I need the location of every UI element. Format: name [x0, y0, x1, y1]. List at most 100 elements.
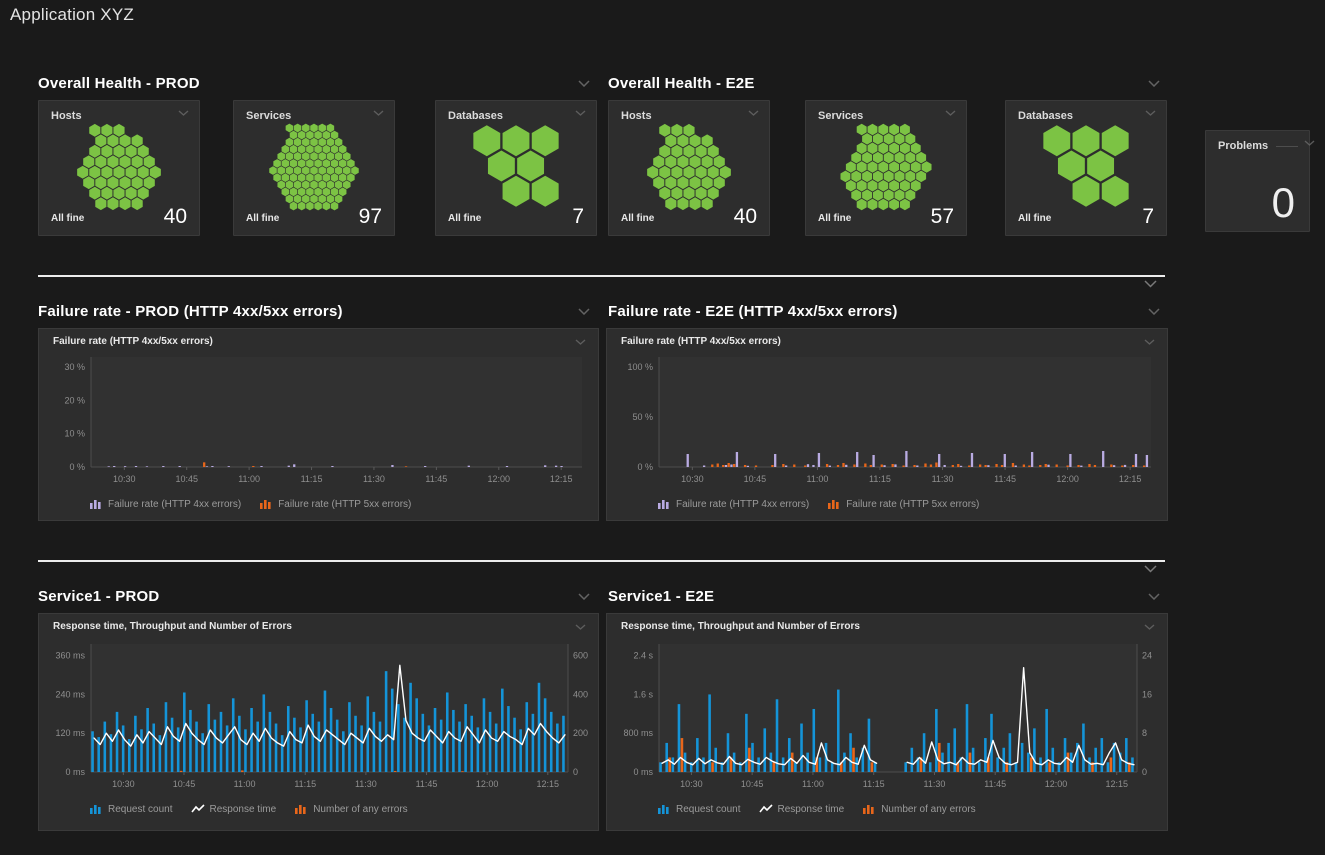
hexagon	[873, 189, 883, 200]
legend-item-response-time[interactable]: Response time	[191, 803, 277, 815]
chevron-down-icon[interactable]	[1145, 110, 1156, 116]
legend-item-number-of-any-errors[interactable]: Number of any errors	[294, 803, 407, 815]
chart-tile-service-prod[interactable]: Response time, Throughput and Number of …	[38, 613, 599, 831]
legend-item-request-count[interactable]: Request count	[657, 803, 741, 815]
honeycomb-chart	[67, 123, 171, 211]
collapse-chevron-icon[interactable]	[1144, 565, 1157, 573]
chevron-down-icon[interactable]	[575, 110, 586, 116]
hexagon	[318, 152, 326, 161]
section-divider	[38, 560, 1165, 562]
chevron-down-icon[interactable]	[575, 339, 586, 345]
hexagon	[318, 195, 326, 204]
failure-rate-chart: 100 %50 %0 %10:3010:4511:0011:1511:3011:…	[607, 349, 1167, 489]
legend-item-failure-rate-http-5xx-errors-[interactable]: Failure rate (HTTP 5xx errors)	[259, 498, 411, 510]
legend-item-request-count[interactable]: Request count	[89, 803, 173, 815]
hexagon	[857, 124, 867, 135]
chevron-down-icon[interactable]	[1144, 339, 1155, 345]
bar-series-icon	[862, 803, 876, 815]
section-header-service-e2e: Service1 - E2E	[608, 586, 1160, 606]
hexagon	[294, 195, 302, 204]
svg-text:12:00: 12:00	[476, 779, 499, 789]
legend-label: Failure rate (HTTP 5xx errors)	[278, 499, 411, 510]
chevron-down-icon[interactable]	[578, 308, 590, 315]
hexagon	[339, 159, 347, 168]
legend-item-failure-rate-http-4xx-errors-[interactable]: Failure rate (HTTP 4xx errors)	[89, 498, 241, 510]
chevron-down-icon[interactable]	[373, 110, 384, 116]
hexagon	[351, 166, 359, 175]
hexagon	[878, 161, 888, 172]
chart-title: Failure rate (HTTP 4xx/5xx errors)	[621, 336, 781, 347]
chevron-down-icon[interactable]	[1304, 140, 1315, 146]
tile-label: Services	[818, 110, 863, 122]
chevron-down-icon[interactable]	[1148, 593, 1160, 600]
hexagon	[702, 134, 713, 147]
svg-text:11:15: 11:15	[294, 779, 316, 789]
tile-problems[interactable]: Problems 0	[1205, 130, 1310, 232]
chevron-down-icon[interactable]	[1144, 624, 1155, 630]
hexagon	[126, 166, 137, 179]
svg-text:11:45: 11:45	[416, 779, 438, 789]
line-series-icon	[759, 803, 773, 815]
tile-services-e2e[interactable]: Services All fine 57	[805, 100, 967, 236]
legend-item-response-time[interactable]: Response time	[759, 803, 845, 815]
chevron-down-icon[interactable]	[1148, 308, 1160, 315]
chevron-down-icon[interactable]	[1148, 80, 1160, 87]
hexagon	[702, 176, 713, 189]
svg-text:11:30: 11:30	[924, 779, 946, 789]
hexagon	[113, 166, 124, 179]
hexagon	[286, 152, 294, 161]
hexagon	[323, 202, 331, 211]
hexagon	[1073, 125, 1100, 156]
hexagon	[277, 152, 285, 161]
hexagon	[138, 187, 149, 200]
svg-text:11:30: 11:30	[932, 474, 954, 484]
hexagon	[905, 133, 915, 144]
svg-text:10:45: 10:45	[173, 779, 196, 789]
hexagon	[314, 202, 322, 211]
section-title: Overall Health - E2E	[608, 75, 755, 92]
bar-series-icon	[294, 803, 308, 815]
hexagon	[708, 145, 719, 158]
hexagon	[298, 145, 306, 154]
hexagon	[306, 131, 314, 140]
bar-series-icon	[259, 498, 273, 510]
tile-hosts-e2e[interactable]: Hosts All fine 40	[608, 100, 770, 236]
tile-databases-e2e[interactable]: Databases All fine 7	[1005, 100, 1167, 236]
chart-legend: Request count Response time Number of any …	[39, 799, 598, 815]
chart-tile-failure-e2e[interactable]: Failure rate (HTTP 4xx/5xx errors) 100 %…	[606, 328, 1168, 521]
hexagon	[671, 145, 682, 158]
hexagon	[900, 161, 910, 172]
tile-hosts-prod[interactable]: Hosts All fine 40	[38, 100, 200, 236]
legend-item-failure-rate-http-5xx-errors-[interactable]: Failure rate (HTTP 5xx errors)	[827, 498, 979, 510]
hexagon	[503, 125, 530, 156]
chevron-down-icon[interactable]	[578, 80, 590, 87]
hexagon	[89, 124, 100, 137]
hexagon	[318, 166, 326, 175]
hexagon	[286, 180, 294, 189]
legend-item-number-of-any-errors[interactable]: Number of any errors	[862, 803, 975, 815]
chevron-down-icon[interactable]	[575, 624, 586, 630]
hexagon	[302, 138, 310, 147]
hexagon	[286, 124, 294, 133]
tile-services-prod[interactable]: Services All fine 97	[233, 100, 395, 236]
chevron-down-icon[interactable]	[578, 593, 590, 600]
chart-tile-service-e2e[interactable]: Response time, Throughput and Number of …	[606, 613, 1168, 831]
chevron-down-icon[interactable]	[178, 110, 189, 116]
svg-text:12:00: 12:00	[1045, 779, 1068, 789]
hexagon	[889, 180, 899, 191]
collapse-chevron-icon[interactable]	[1144, 280, 1157, 288]
chart-tile-failure-prod[interactable]: Failure rate (HTTP 4xx/5xx errors) 30 %2…	[38, 328, 599, 521]
hexagon	[138, 166, 149, 179]
hexagon	[683, 187, 694, 200]
section-header-health-e2e: Overall Health - E2E	[608, 73, 1160, 93]
hexagon	[873, 133, 883, 144]
chevron-down-icon[interactable]	[748, 110, 759, 116]
svg-text:400: 400	[573, 689, 588, 699]
legend-item-failure-rate-http-4xx-errors-[interactable]: Failure rate (HTTP 4xx errors)	[657, 498, 809, 510]
chevron-down-icon[interactable]	[945, 110, 956, 116]
tile-databases-prod[interactable]: Databases All fine 7	[435, 100, 597, 236]
hexagon	[294, 138, 302, 147]
hexagon	[878, 199, 888, 210]
hexagon	[532, 125, 559, 156]
hexagon	[659, 124, 670, 137]
